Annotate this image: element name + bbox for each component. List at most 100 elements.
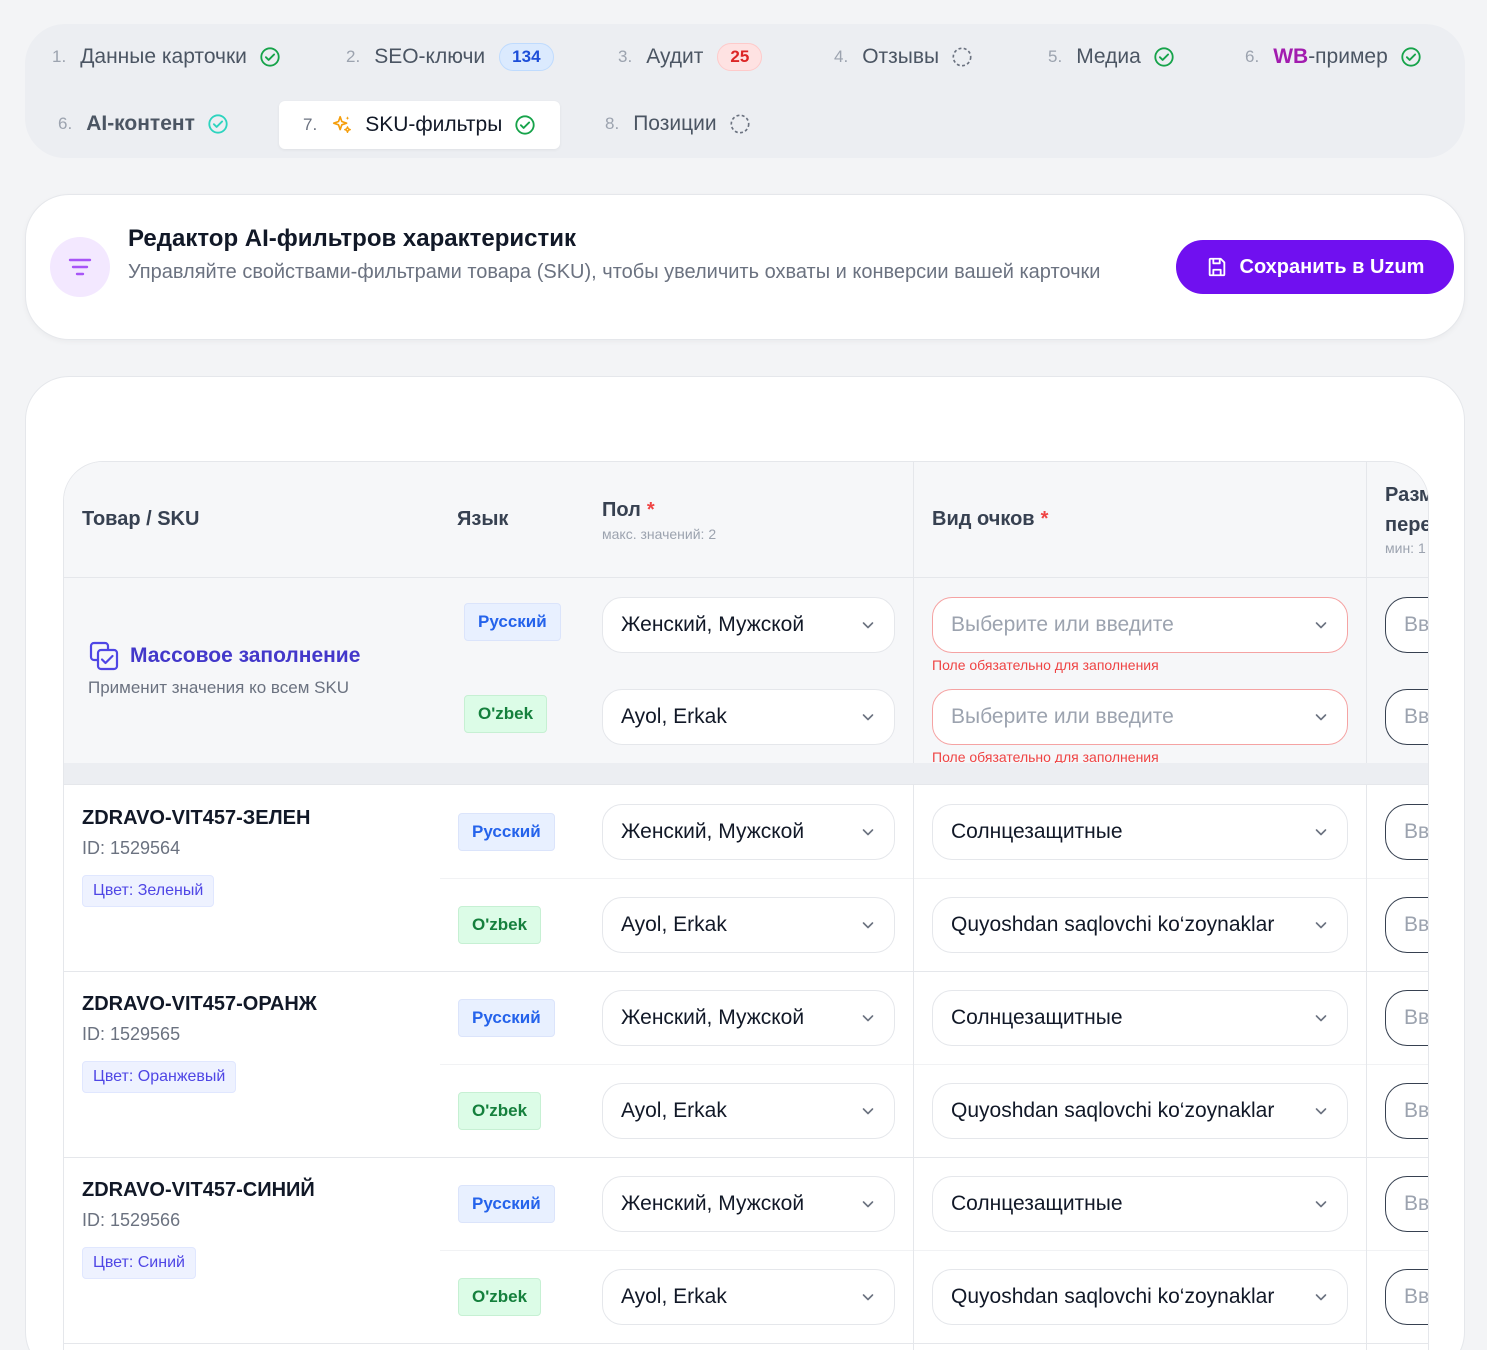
select-value: Quyoshdan saqlovchi ko‘zoynaklar — [951, 1285, 1275, 1308]
count-badge: 25 — [717, 43, 763, 71]
select-value: Женский, Мужской — [621, 613, 805, 636]
tab-number: 5. — [1048, 47, 1063, 66]
chevron-down-icon — [860, 1289, 876, 1305]
tab-card-data[interactable]: 1. Данные карточки — [52, 33, 281, 81]
chevron-down-icon — [1313, 1103, 1329, 1119]
gender-select-ru[interactable]: Женский, Мужской — [602, 597, 895, 653]
wb-brand: WB — [1273, 45, 1309, 68]
size-input-ru[interactable]: Вв — [1385, 597, 1428, 653]
tab-ai-content[interactable]: 6. AI-контент — [58, 100, 229, 148]
chevron-down-icon — [1313, 709, 1329, 725]
chevron-down-icon — [860, 709, 876, 725]
save-button-label: Сохранить в Uzum — [1239, 255, 1425, 278]
size-input-uz[interactable]: Вв — [1385, 897, 1428, 953]
glasses-select-ru[interactable]: Солнцезащитные — [932, 804, 1348, 860]
size-input-ru[interactable]: Вв — [1385, 990, 1428, 1046]
chevron-down-icon — [860, 1010, 876, 1026]
gender-select-uz[interactable]: Ayol, Erkak — [602, 1269, 895, 1325]
select-placeholder: Выберите или введите — [951, 613, 1174, 636]
chevron-down-icon — [860, 917, 876, 933]
filter-icon — [50, 237, 110, 297]
col-gender: Пол * — [602, 499, 655, 522]
lang-badge-ru: Русский — [458, 1185, 555, 1223]
select-value: Quyoshdan saqlovchi ko‘zoynaklar — [951, 913, 1275, 936]
select-value: Ayol, Erkak — [621, 913, 727, 936]
tab-label: Аудит — [646, 45, 704, 68]
glasses-select-ru[interactable]: Солнцезащитные — [932, 990, 1348, 1046]
tab-label: Медиа — [1076, 45, 1141, 68]
tab-label: Данные карточки — [80, 45, 247, 68]
glasses-select-ru[interactable]: Солнцезащитные — [932, 1176, 1348, 1232]
gender-select-uz[interactable]: Ayol, Erkak — [602, 689, 895, 745]
column-divider — [1366, 462, 1367, 763]
tab-sku-filters[interactable]: 7. SKU-фильтры — [279, 101, 561, 149]
mass-fill-title[interactable]: Массовое заполнение — [130, 644, 360, 668]
tab-audit[interactable]: 3. Аудит 25 — [618, 33, 763, 81]
tab-label-rest: -пример — [1308, 45, 1388, 68]
row-divider — [64, 1343, 1428, 1344]
section-divider — [64, 763, 1428, 785]
col-glasses-type: Вид очков * — [932, 508, 1048, 531]
chevron-down-icon — [1313, 617, 1329, 633]
check-circle-icon — [207, 113, 229, 135]
sku-name: ZDRAVO-VIT457-ЗЕЛЕН — [82, 807, 311, 829]
col-size-hint: мин: 1 — [1385, 540, 1426, 556]
gender-select-ru[interactable]: Женский, Мужской — [602, 1176, 895, 1232]
lang-badge-ru: Русский — [464, 603, 561, 641]
tab-label: AI-контент — [86, 112, 195, 135]
size-input-uz[interactable]: Вв — [1385, 689, 1428, 745]
glasses-select-uz[interactable]: Quyoshdan saqlovchi ko‘zoynaklar — [932, 1269, 1348, 1325]
tab-label: Позиции — [633, 112, 717, 135]
tab-label: WB-пример — [1273, 45, 1388, 69]
page-title: Редактор AI-фильтров характеристик — [128, 225, 577, 252]
lang-badge-ru: Русский — [458, 999, 555, 1037]
select-value: Ayol, Erkak — [621, 1099, 727, 1122]
tab-number: 6. — [1245, 47, 1260, 66]
row-divider — [64, 971, 1428, 972]
mass-fill-icon — [89, 641, 119, 671]
column-divider — [1366, 785, 1367, 1350]
editor-header-card: Редактор AI-фильтров характеристик Управ… — [25, 194, 1465, 340]
size-input-uz[interactable]: Вв — [1385, 1269, 1428, 1325]
tab-wb-example[interactable]: 6. WB-пример — [1245, 33, 1422, 81]
glasses-select-ru[interactable]: Выберите или введите — [932, 597, 1348, 653]
tab-positions[interactable]: 8. Позиции — [605, 100, 751, 148]
select-value: Женский, Мужской — [621, 1192, 805, 1215]
glasses-select-uz[interactable]: Quyoshdan saqlovchi ko‘zoynaklar — [932, 897, 1348, 953]
sku-id: ID: 1529566 — [82, 1210, 181, 1230]
col-gender-hint: макс. значений: 2 — [602, 526, 717, 542]
tab-label: Отзывы — [862, 45, 940, 68]
chevron-down-icon — [1313, 917, 1329, 933]
save-to-uzum-button[interactable]: Сохранить в Uzum — [1176, 240, 1454, 294]
sku-id: ID: 1529564 — [82, 838, 181, 858]
gender-select-uz[interactable]: Ayol, Erkak — [602, 897, 895, 953]
size-input-ru[interactable]: Вв — [1385, 804, 1428, 860]
tab-seo-keys[interactable]: 2. SEO-ключи 134 — [346, 33, 554, 81]
lang-badge-ru: Русский — [458, 813, 555, 851]
select-value: Солнцезащитные — [951, 1192, 1123, 1215]
pending-circle-icon — [729, 113, 751, 135]
tab-reviews[interactable]: 4. Отзывы — [834, 33, 973, 81]
tab-number: 6. — [58, 114, 73, 133]
glasses-select-uz[interactable]: Quyoshdan saqlovchi ko‘zoynaklar — [932, 1083, 1348, 1139]
check-circle-icon — [514, 114, 536, 136]
color-tag: Цвет: Зеленый — [82, 875, 215, 907]
gender-select-ru[interactable]: Женский, Мужской — [602, 990, 895, 1046]
check-circle-icon — [1153, 46, 1175, 68]
lang-badge-uz: O'zbek — [458, 906, 542, 944]
column-divider — [913, 462, 914, 763]
lang-badge-uz: O'zbek — [458, 1278, 542, 1316]
step-tabs: 1. Данные карточки 2. SEO-ключи 134 3. А… — [25, 24, 1465, 158]
sku-id: ID: 1529565 — [82, 1024, 181, 1044]
select-value: Ayol, Erkak — [621, 1285, 727, 1308]
page-subtitle: Управляйте свойствами-фильтрами товара (… — [128, 261, 1101, 283]
size-input-uz[interactable]: Вв — [1385, 1083, 1428, 1139]
tab-media[interactable]: 5. Медиа — [1048, 33, 1175, 81]
gender-select-ru[interactable]: Женский, Мужской — [602, 804, 895, 860]
select-value: Ayol, Erkak — [621, 705, 727, 728]
tab-number: 4. — [834, 47, 849, 66]
row-divider — [440, 878, 1428, 879]
glasses-select-uz[interactable]: Выберите или введите — [932, 689, 1348, 745]
size-input-ru[interactable]: Вв — [1385, 1176, 1428, 1232]
gender-select-uz[interactable]: Ayol, Erkak — [602, 1083, 895, 1139]
